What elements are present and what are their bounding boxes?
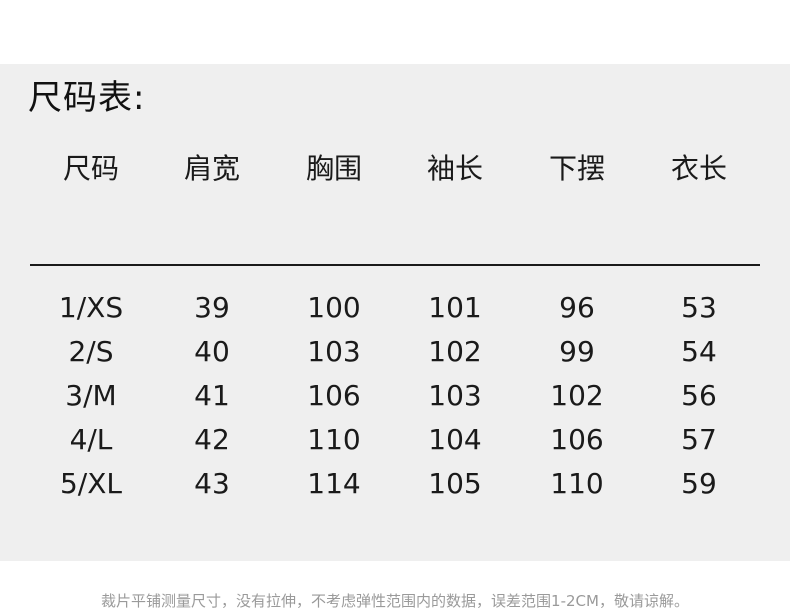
header-hem: 下摆	[548, 152, 605, 185]
cell-chest: 110	[307, 423, 361, 456]
header-shoulder-width: 肩宽	[183, 152, 240, 185]
cell-size: 5/XL	[59, 467, 123, 500]
cell-sleeve-length: 102	[428, 335, 482, 368]
cell-sleeve-length: 105	[428, 467, 482, 500]
table-row: 4/L 42 110 104 106 57	[30, 418, 760, 462]
table-row: 5/XL 43 114 105 110 59	[30, 462, 760, 506]
cell-length: 59	[681, 467, 717, 500]
header-chest: 胸围	[305, 152, 362, 185]
table-header-row: 尺码 肩宽 胸围 袖长 下摆 衣长	[30, 147, 760, 191]
cell-sleeve-length: 104	[428, 423, 482, 456]
cell-sleeve-length: 101	[428, 291, 482, 324]
cell-size: 2/S	[68, 335, 114, 368]
header-sleeve-length: 袖长	[426, 152, 483, 185]
cell-chest: 103	[307, 335, 361, 368]
table-row: 1/XS 39 100 101 96 53	[30, 286, 760, 330]
header-size: 尺码	[62, 152, 119, 185]
cell-hem: 110	[550, 467, 604, 500]
header-length: 衣长	[670, 152, 727, 185]
cell-hem: 102	[550, 379, 604, 412]
cell-shoulder-width: 41	[194, 379, 230, 412]
table-row: 3/M 41 106 103 102 56	[30, 374, 760, 418]
size-chart-title: 尺码表:	[28, 78, 146, 118]
cell-shoulder-width: 39	[194, 291, 230, 324]
cell-length: 56	[681, 379, 717, 412]
cell-length: 57	[681, 423, 717, 456]
table-body: 1/XS 39 100 101 96 53 2/S 40 103 102 99 …	[30, 286, 760, 506]
cell-chest: 106	[307, 379, 361, 412]
cell-size: 1/XS	[58, 291, 124, 324]
header-divider	[30, 264, 760, 266]
cell-length: 53	[681, 291, 717, 324]
measurement-footnote: 裁片平铺测量尺寸，没有拉伸，不考虑弹性范围内的数据，误差范围1-2CM，敬请谅解…	[101, 592, 689, 610]
cell-shoulder-width: 43	[194, 467, 230, 500]
cell-chest: 114	[307, 467, 361, 500]
cell-hem: 106	[550, 423, 604, 456]
cell-shoulder-width: 40	[194, 335, 230, 368]
cell-length: 54	[681, 335, 717, 368]
cell-hem: 99	[559, 335, 595, 368]
cell-hem: 96	[559, 291, 595, 324]
cell-chest: 100	[307, 291, 361, 324]
cell-sleeve-length: 103	[428, 379, 482, 412]
table-row: 2/S 40 103 102 99 54	[30, 330, 760, 374]
cell-size: 3/M	[65, 379, 117, 412]
cell-shoulder-width: 42	[194, 423, 230, 456]
cell-size: 4/L	[69, 423, 113, 456]
